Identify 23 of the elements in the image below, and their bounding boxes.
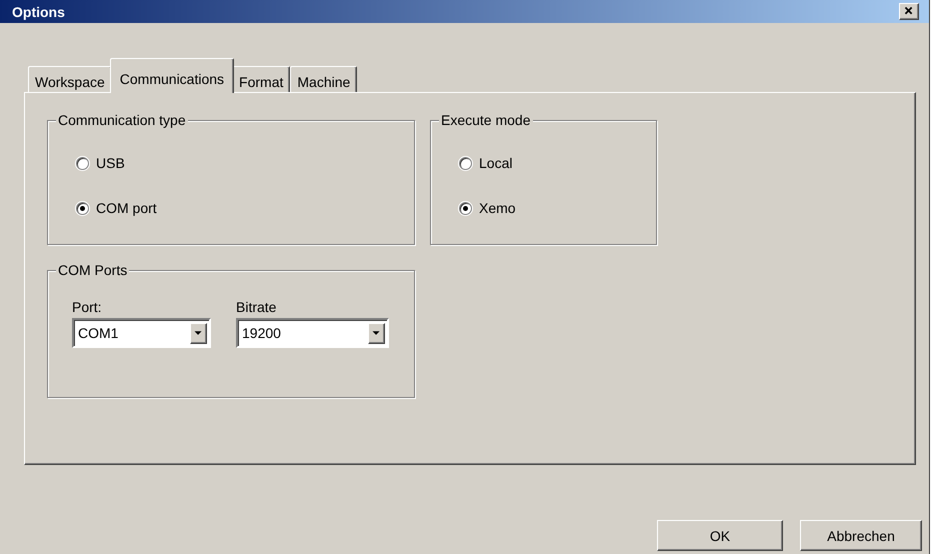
radio-button[interactable] [76,202,89,214]
field-label: Port: [72,299,103,315]
group-title: COM Ports [56,262,130,278]
tab[interactable]: Communications [110,58,234,93]
radio-label: COM port [96,200,157,216]
radio-label: Local [479,155,512,171]
window-title: Options [12,4,65,20]
dropdown-field[interactable]: COM1 [72,318,211,348]
dropdown-field[interactable]: 19200 [236,318,389,348]
close-icon[interactable] [899,3,919,20]
dialog-button[interactable]: OK [657,520,783,551]
tab[interactable]: Format [232,66,290,92]
radio-label: USB [96,155,125,171]
group-title: Communication type [56,112,188,128]
radio-button[interactable] [459,202,472,214]
radio-button[interactable] [76,156,89,170]
radio-label: Xemo [479,200,516,216]
dialog-button[interactable]: Abbrechen [800,520,922,551]
radio-button[interactable] [459,156,472,170]
field-label: Bitrate [236,299,278,315]
group-title: Execute mode [439,112,532,128]
tab[interactable]: Workspace [28,66,112,92]
tab[interactable]: Machine [290,66,358,92]
